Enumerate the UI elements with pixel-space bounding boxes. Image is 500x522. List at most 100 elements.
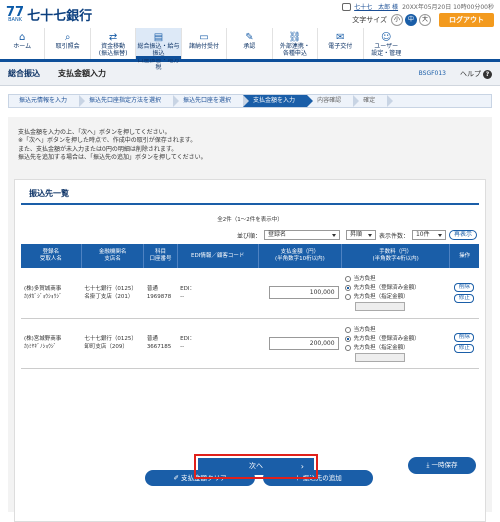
nav-home[interactable]: ⌂ ホーム bbox=[0, 28, 46, 59]
main-content: 支払金額を入力の上、「次へ」ボタンを押してください。 ※「次へ」ボタンを押した時… bbox=[8, 117, 492, 522]
radio-icon bbox=[344, 294, 351, 301]
logout-button[interactable]: ログアウト bbox=[439, 13, 494, 27]
link-icon: ⛓ bbox=[288, 32, 302, 43]
col-actions: 操作 bbox=[449, 244, 479, 268]
nav-bulk-transfer[interactable]: ▤ 総合振込・給与振込 口座振替・地方税 bbox=[136, 28, 182, 71]
table-row: (株)宮城野商事 ｶ)ﾐﾔｷﾞﾉｼｮｳｼﾞ 七十七銀行（0125） 卸町支店（209… bbox=[21, 318, 479, 369]
login-time: 20XX年05月20日 10時00分00秒 bbox=[402, 4, 494, 11]
radio-selected-icon bbox=[344, 285, 351, 292]
payee-table: 登録名 受取人名 金融機関名 支店名 科目 口座番号 EDI情報／顧客コード 支払金額… bbox=[21, 244, 479, 369]
actions-cell: 削除 修正 bbox=[449, 318, 479, 369]
fee-radio-own[interactable]: 当方負担 bbox=[344, 326, 447, 334]
payee-bank: 七十七銀行（0125） 卸町支店（209） bbox=[81, 318, 144, 369]
sort-order-select[interactable]: 昇順 bbox=[345, 230, 376, 240]
nav-payments[interactable]: ▭ 諸納付受付 bbox=[182, 28, 228, 59]
radio-icon bbox=[344, 276, 351, 283]
amount-input[interactable]: 100,000 bbox=[268, 286, 339, 300]
nav-approval[interactable]: ✎ 承認 bbox=[227, 28, 273, 59]
step-source-info: 振込元情報を入力 bbox=[9, 95, 86, 107]
payee-name: (株)宮城野商事 ｶ)ﾐﾔｷﾞﾉｼｮｳｼﾞ bbox=[21, 318, 82, 369]
step-amount-input: 支払金額を入力 bbox=[243, 95, 314, 107]
delete-button[interactable]: 削除 bbox=[454, 282, 475, 292]
resort-button[interactable]: 再表示 bbox=[448, 230, 477, 240]
payee-edi: EDI： -- bbox=[177, 318, 259, 369]
payee-account: 普通 3667185 bbox=[143, 318, 178, 369]
help-link[interactable]: ヘルプ? bbox=[460, 69, 492, 79]
page-title-bar: 総合振込 支払金額入力 BSGF013 ヘルプ? bbox=[0, 62, 500, 86]
edit-button[interactable]: 修正 bbox=[454, 344, 475, 353]
nav-external[interactable]: ⛓ 外部連携・ 各種申込 bbox=[273, 28, 319, 59]
document-icon: ▭ bbox=[199, 32, 209, 43]
col-fee: 手数料（円） (半角数字4桁以内) bbox=[341, 244, 451, 268]
font-size-label: 文字サイズ bbox=[352, 16, 387, 24]
sort-controls: 並び順： 登録名 昇順 表示件数： 10件 再表示 bbox=[237, 230, 477, 240]
fee-input[interactable] bbox=[354, 352, 405, 362]
app-window: 77BANK 七十七銀行 u 七十七 太郎 様 20XX年05月20日 10時0… bbox=[0, 0, 500, 522]
fee-radio-payee-registered[interactable]: 先方負担（登録済み金額） bbox=[344, 284, 447, 292]
amount-input[interactable]: 200,000 bbox=[268, 336, 339, 350]
per-page-select[interactable]: 10件 bbox=[411, 230, 446, 240]
temporary-save-button[interactable]: ⤓ 一時保存 bbox=[408, 457, 476, 474]
eraser-icon: ✐ bbox=[173, 474, 181, 482]
nav-e-delivery[interactable]: ✉ 電子交付 bbox=[318, 28, 364, 59]
nav-inquiry[interactable]: ⌕ 取引照会 bbox=[45, 28, 91, 59]
payee-bank: 七十七銀行（0125） 名掛丁支店（201） bbox=[81, 268, 144, 319]
payee-account: 普通 1969878 bbox=[143, 268, 178, 319]
page-title: 支払金額入力 bbox=[58, 69, 106, 78]
transfer-icon: ⇄ bbox=[108, 32, 118, 43]
fee-cell: 当方負担 先方負担（登録済み金額） 先方負担（指定金額） bbox=[341, 268, 450, 319]
font-size-medium-button[interactable]: 中 bbox=[405, 14, 417, 26]
global-nav: ⌂ ホーム ⌕ 取引照会 ⇄ 資金移動 (振込振替) ▤ 総合振込・給与振込 口座振替・地方… bbox=[0, 28, 500, 71]
search-icon: ⌕ bbox=[64, 32, 71, 43]
bank-logo[interactable]: 77 BANK 七十七銀行 bbox=[6, 5, 92, 25]
payee-list-heading: 振込先一覧 bbox=[21, 180, 479, 205]
actions-cell: 削除 修正 bbox=[449, 268, 479, 319]
step-method: 振込先口座指定方法を選択 bbox=[79, 95, 180, 107]
user-card-icon: u bbox=[342, 2, 352, 11]
edit-button[interactable]: 修正 bbox=[454, 293, 475, 303]
fee-radio-payee-specified[interactable]: 先方負担（指定金額） bbox=[344, 293, 447, 301]
sort-key-select[interactable]: 登録名 bbox=[263, 230, 340, 240]
next-button-highlight: 次へ › bbox=[194, 454, 318, 479]
per-page-label: 表示件数： bbox=[378, 232, 409, 240]
font-size-switcher: 文字サイズ 小 中 大 ログアウト bbox=[314, 13, 494, 27]
radio-icon bbox=[344, 326, 351, 333]
col-account: 科目 口座番号 bbox=[143, 244, 178, 268]
sort-label: 並び順： bbox=[236, 232, 261, 240]
step-confirm: 内容確認 bbox=[307, 95, 360, 107]
font-size-small-button[interactable]: 小 bbox=[391, 14, 403, 26]
step-progress: 振込元情報を入力 振込先口座指定方法を選択 振込先口座を選択 支払金額を入力 内… bbox=[8, 94, 492, 108]
header: 77BANK 七十七銀行 u 七十七 太郎 様 20XX年05月20日 10時0… bbox=[0, 0, 500, 28]
fee-radio-payee-registered[interactable]: 先方負担（登録済み金額） bbox=[344, 335, 447, 343]
fee-radio-payee-specified[interactable]: 先方負担（指定金額） bbox=[344, 344, 447, 352]
col-amount: 支払金額（円） (半角数字10桁以内) bbox=[258, 244, 343, 268]
list-icon: ▤ bbox=[153, 32, 164, 43]
fee-input[interactable] bbox=[354, 302, 405, 312]
radio-selected-icon bbox=[344, 335, 351, 342]
fee-cell: 当方負担 先方負担（登録済み金額） 先方負担（指定金額） bbox=[341, 318, 450, 369]
payee-name: (株)多賀城商事 ｶ)ﾀｶﾞｼﾞｮｳｼｮｳｼﾞ bbox=[21, 268, 82, 319]
user-name[interactable]: 七十七 太郎 様 bbox=[354, 2, 398, 11]
amount-cell: 200,000 bbox=[258, 318, 342, 369]
col-edi: EDI情報／顧客コード bbox=[177, 244, 259, 268]
header-utilities: u 七十七 太郎 様 20XX年05月20日 10時00分00秒 文字サイズ 小… bbox=[314, 2, 494, 27]
record-count: 全2件（1～2件を表示中） bbox=[217, 217, 283, 223]
approve-icon: ✎ bbox=[245, 32, 254, 43]
nav-transfer[interactable]: ⇄ 資金移動 (振込振替) bbox=[91, 28, 137, 59]
page-category: 総合振込 bbox=[8, 69, 40, 78]
font-size-large-button[interactable]: 大 bbox=[419, 14, 431, 26]
nav-user-settings[interactable]: ☺ ユーザー 設定・管理 bbox=[364, 28, 409, 59]
amount-cell: 100,000 bbox=[258, 268, 342, 319]
delete-button[interactable]: 削除 bbox=[454, 333, 475, 342]
mail-icon: ✉ bbox=[336, 32, 345, 43]
chevron-right-icon: › bbox=[300, 462, 304, 471]
table-header-row: 登録名 受取人名 金融機関名 支店名 科目 口座番号 EDI情報／顧客コード 支払金額… bbox=[21, 244, 479, 268]
help-icon: ? bbox=[483, 69, 492, 79]
col-bank: 金融機関名 支店名 bbox=[81, 244, 145, 268]
fee-radio-own[interactable]: 当方負担 bbox=[344, 275, 447, 283]
next-button[interactable]: 次へ › bbox=[198, 458, 314, 475]
radio-icon bbox=[344, 344, 351, 351]
user-icon: ☺ bbox=[381, 32, 392, 43]
screen-code: BSGF013 bbox=[418, 70, 446, 77]
step-select-account: 振込先口座を選択 bbox=[173, 95, 250, 107]
